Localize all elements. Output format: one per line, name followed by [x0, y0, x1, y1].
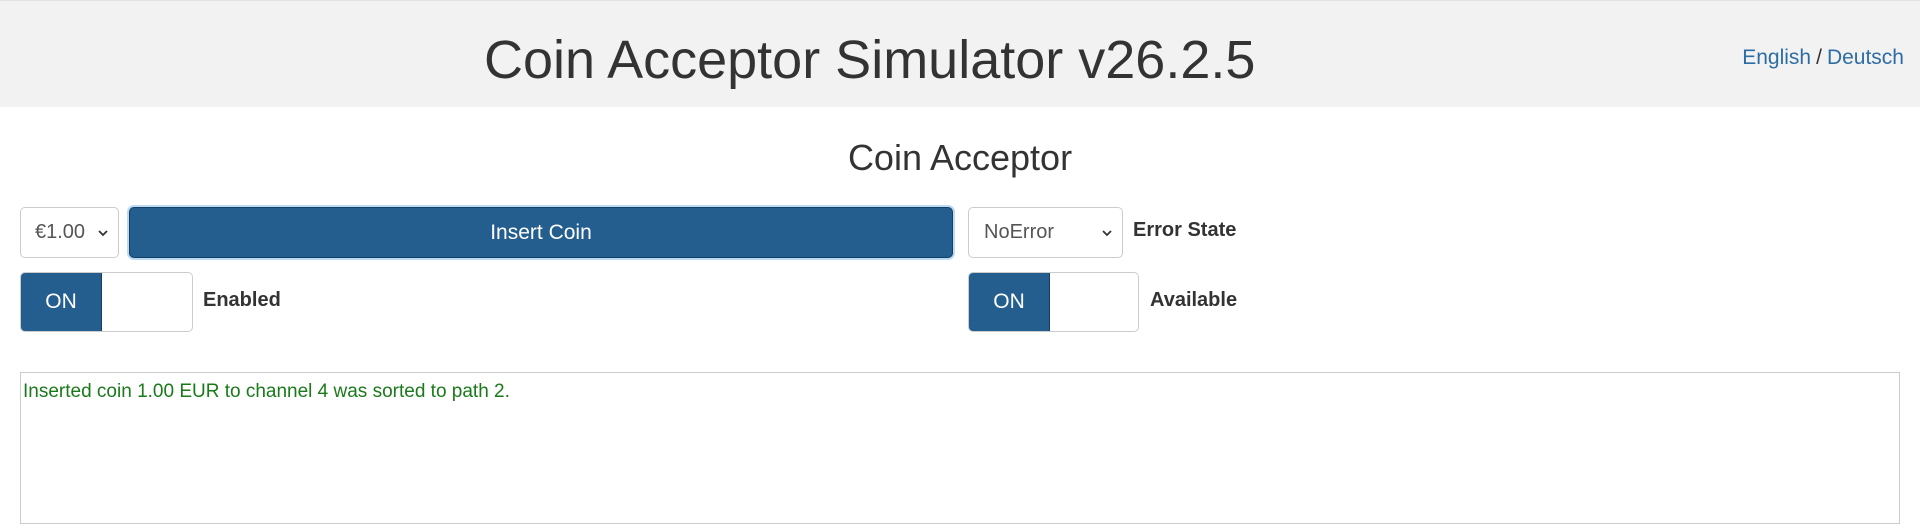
enabled-toggle[interactable]: ON [20, 272, 193, 332]
enabled-label: Enabled [203, 289, 281, 311]
available-toggle[interactable]: ON [968, 272, 1139, 332]
lang-deutsch-link[interactable]: Deutsch [1827, 46, 1904, 69]
page-header: Coin Acceptor Simulator v26.2.5 English /… [0, 0, 1920, 107]
enabled-toggle-on: ON [21, 273, 102, 331]
chevron-down-icon [1102, 229, 1112, 236]
available-label: Available [1150, 289, 1238, 311]
language-switcher: English / Deutsch [1742, 44, 1904, 72]
insert-coin-button[interactable]: Insert Coin [129, 207, 953, 258]
error-state-select[interactable]: NoError [968, 207, 1123, 258]
chevron-down-icon [98, 229, 108, 236]
coin-value-select[interactable]: €1.00 [20, 207, 119, 258]
lang-separator: / [1816, 46, 1822, 69]
log-line: Inserted coin 1.00 EUR to channel 4 was … [23, 381, 510, 402]
lang-english-link[interactable]: English [1742, 46, 1811, 69]
app-title: Coin Acceptor Simulator v26.2.5 [484, 30, 1256, 90]
error-state-selected: NoError [984, 221, 1055, 243]
coin-value-selected: €1.00 [35, 221, 86, 243]
log-output[interactable]: Inserted coin 1.00 EUR to channel 4 was … [20, 372, 1900, 524]
section-title: Coin Acceptor [847, 137, 1073, 178]
available-toggle-on: ON [969, 273, 1050, 331]
error-state-label: Error State [1133, 219, 1237, 241]
